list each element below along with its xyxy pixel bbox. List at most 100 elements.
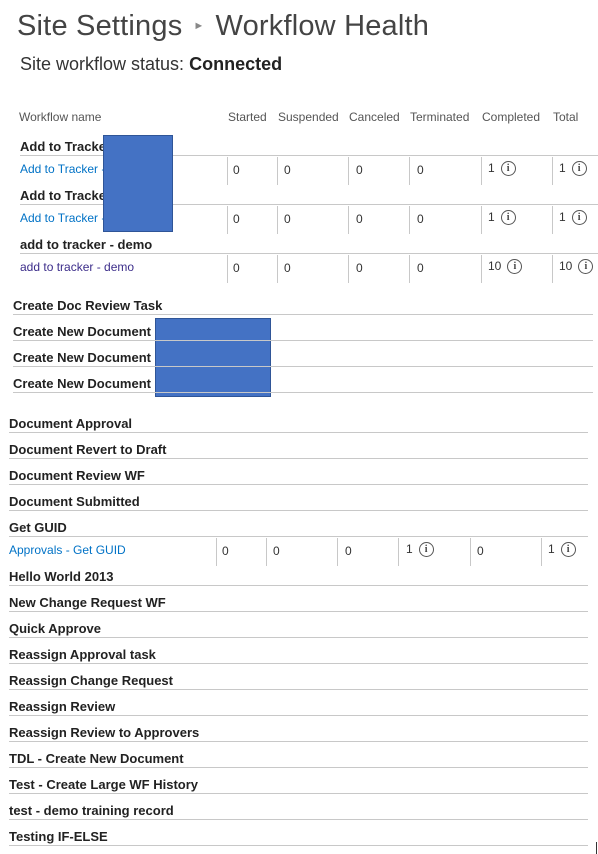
workflow-instance-link[interactable]: Add to Tracker - xyxy=(20,211,105,225)
cell-divider xyxy=(216,538,217,566)
terminated-count: 0 xyxy=(417,261,424,275)
row-divider xyxy=(9,510,588,511)
cell-divider xyxy=(481,206,482,234)
workflow-name: Get GUID xyxy=(9,520,67,535)
info-circle-icon[interactable]: i xyxy=(578,259,594,275)
workflow-instance-link[interactable]: Add to Tracker - xyxy=(20,162,105,176)
info-circle-icon[interactable]: i xyxy=(571,161,587,177)
row-divider xyxy=(9,741,588,742)
completed-value: 1 xyxy=(488,210,495,224)
cell-divider xyxy=(409,157,410,185)
info-circle-icon[interactable]: i xyxy=(507,259,523,275)
started-count: 0 xyxy=(233,163,240,177)
cell-divider xyxy=(398,538,399,566)
col-suspended: Suspended xyxy=(278,110,339,124)
site-workflow-status: Site workflow status: Connected xyxy=(20,54,282,75)
terminated-count: 1i xyxy=(406,542,434,558)
status-label: Site workflow status: xyxy=(20,54,185,74)
total-count: 1i xyxy=(548,542,576,558)
workflow-name: Quick Approve xyxy=(9,621,101,636)
completed-count: 1i xyxy=(488,210,516,226)
terminated-count: 0 xyxy=(417,163,424,177)
cell-divider xyxy=(552,157,553,185)
completed-value: 1 xyxy=(488,161,495,175)
cell-divider xyxy=(348,157,349,185)
row-divider xyxy=(9,536,588,537)
cell-divider xyxy=(277,255,278,283)
row-divider xyxy=(9,637,588,638)
workflow-name: Create New Document xyxy=(13,324,151,339)
total-value: 1 xyxy=(559,210,566,224)
cell-divider xyxy=(552,255,553,283)
workflow-name: Create Doc Review Task xyxy=(13,298,163,313)
info-circle-icon[interactable]: i xyxy=(571,210,587,226)
started-count: 0 xyxy=(222,544,229,558)
workflow-name: Reassign Review to Approvers xyxy=(9,725,200,740)
canceled-count: 0 xyxy=(356,261,363,275)
started-count: 0 xyxy=(233,212,240,226)
col-started: Started xyxy=(228,110,267,124)
workflow-name: Document Revert to Draft xyxy=(9,442,167,457)
cell-divider xyxy=(266,538,267,566)
row-divider xyxy=(9,484,588,485)
workflow-name: test - demo training record xyxy=(9,803,174,818)
row-divider xyxy=(9,663,588,664)
cell-divider xyxy=(481,157,482,185)
workflow-name: Test - Create Large WF History xyxy=(9,777,199,792)
col-completed: Completed xyxy=(482,110,541,124)
cell-divider xyxy=(348,206,349,234)
cell-divider xyxy=(481,255,482,283)
row-divider xyxy=(9,767,588,768)
cell-divider xyxy=(541,538,542,566)
info-circle-icon[interactable]: i xyxy=(560,542,576,558)
canceled-count: 0 xyxy=(356,212,363,226)
breadcrumb-parent[interactable]: Site Settings xyxy=(17,10,182,42)
row-divider xyxy=(13,366,593,367)
cell-divider xyxy=(337,538,338,566)
col-workflow-name: Workflow name xyxy=(19,110,102,124)
workflow-name: Testing IF-ELSE xyxy=(9,829,108,844)
workflow-name: Document Review WF xyxy=(9,468,145,483)
total-value: 1 xyxy=(548,542,555,556)
cell-divider xyxy=(277,157,278,185)
row-divider xyxy=(9,689,588,690)
completed-count: 10 i xyxy=(488,259,523,275)
cell-divider xyxy=(552,206,553,234)
suspended-count: 0 xyxy=(273,544,280,558)
info-circle-icon[interactable]: i xyxy=(500,161,516,177)
workflow-name: New Change Request WF xyxy=(9,595,166,610)
workflow-instance-link[interactable]: add to tracker - demo xyxy=(20,260,134,274)
workflow-name: TDL - Create New Document xyxy=(9,751,184,766)
workflow-instance-link[interactable]: Approvals - Get GUID xyxy=(9,543,126,557)
row-divider xyxy=(9,432,588,433)
row-divider xyxy=(13,314,593,315)
row-divider xyxy=(20,253,598,254)
cell-divider xyxy=(409,255,410,283)
completed-count: 1i xyxy=(488,161,516,177)
completed-count: 0 xyxy=(477,544,484,558)
row-divider xyxy=(9,845,588,846)
cell-divider xyxy=(470,538,471,566)
cell-divider xyxy=(348,255,349,283)
canceled-count: 0 xyxy=(345,544,352,558)
row-divider xyxy=(9,793,588,794)
completed-value: 10 xyxy=(488,259,502,273)
info-circle-icon[interactable]: i xyxy=(500,210,516,226)
terminated-value: 1 xyxy=(406,542,413,556)
row-divider xyxy=(9,611,588,612)
workflow-name: Reassign Approval task xyxy=(9,647,156,662)
col-canceled: Canceled xyxy=(349,110,400,124)
row-divider xyxy=(13,392,593,393)
started-count: 0 xyxy=(233,261,240,275)
suspended-count: 0 xyxy=(284,212,291,226)
suspended-count: 0 xyxy=(284,163,291,177)
cell-divider xyxy=(227,255,228,283)
workflow-name: Document Approval xyxy=(9,416,133,431)
cell-divider xyxy=(277,206,278,234)
workflow-name: Add to Tracke xyxy=(20,188,106,203)
info-circle-icon[interactable]: i xyxy=(418,542,434,558)
workflow-name: Document Submitted xyxy=(9,494,140,509)
breadcrumb: Site Settings ► Workflow Health xyxy=(17,10,429,43)
workflow-name: Create New Document xyxy=(13,376,151,391)
col-total: Total xyxy=(553,110,579,124)
